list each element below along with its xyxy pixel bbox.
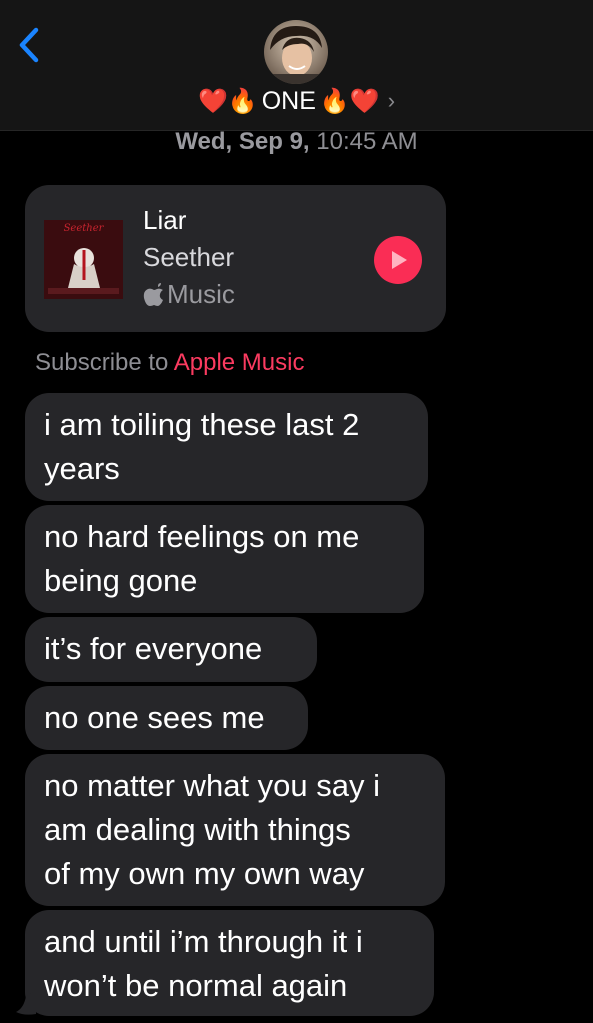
apple-music-link[interactable]: Apple Music xyxy=(174,349,305,376)
back-button[interactable] xyxy=(14,26,48,66)
track-service-label: Music xyxy=(167,279,235,309)
track-service: Music xyxy=(143,279,235,310)
subscribe-text: Subscribe to xyxy=(35,349,174,376)
message-bubble[interactable]: it’s for everyone xyxy=(25,617,317,682)
subscribe-prompt: Subscribe to Apple Music xyxy=(35,349,304,377)
message-bubble[interactable]: and until i’m through it i won’t be norm… xyxy=(25,910,434,1016)
contact-emoji-prefix: ❤️🔥 xyxy=(197,87,258,115)
track-artist: Seether xyxy=(143,242,235,272)
play-icon xyxy=(392,251,407,269)
conversation-header: ❤️🔥 ONE 🔥❤️ › xyxy=(0,0,593,131)
bubble-tail xyxy=(16,990,36,1015)
message-bubble[interactable]: no matter what you say i am dealing with… xyxy=(25,754,445,906)
message-bubble[interactable]: no one sees me xyxy=(25,686,308,750)
track-title: Liar xyxy=(143,205,187,235)
chevron-right-icon: › xyxy=(387,88,396,113)
album-art: Seether xyxy=(44,220,123,299)
music-share-card[interactable]: Seether Liar Seether Music xyxy=(25,185,446,332)
avatar[interactable] xyxy=(264,20,328,84)
message-bubble[interactable]: i am toiling these last 2 years xyxy=(25,393,428,501)
apple-logo-icon xyxy=(143,282,163,306)
contact-emoji-suffix: 🔥❤️ xyxy=(319,87,380,115)
message-timestamp: Wed, Sep 9, 10:45 AM xyxy=(0,128,593,156)
contact-name-button[interactable]: ❤️🔥 ONE 🔥❤️ › xyxy=(0,84,593,118)
contact-name: ONE xyxy=(261,86,316,115)
play-button[interactable] xyxy=(374,236,422,284)
chevron-left-icon xyxy=(19,27,39,63)
timestamp-day: Wed, Sep 9, xyxy=(175,128,310,155)
timestamp-time: 10:45 AM xyxy=(309,128,418,155)
message-bubble[interactable]: no hard feelings on me being gone xyxy=(25,505,424,613)
